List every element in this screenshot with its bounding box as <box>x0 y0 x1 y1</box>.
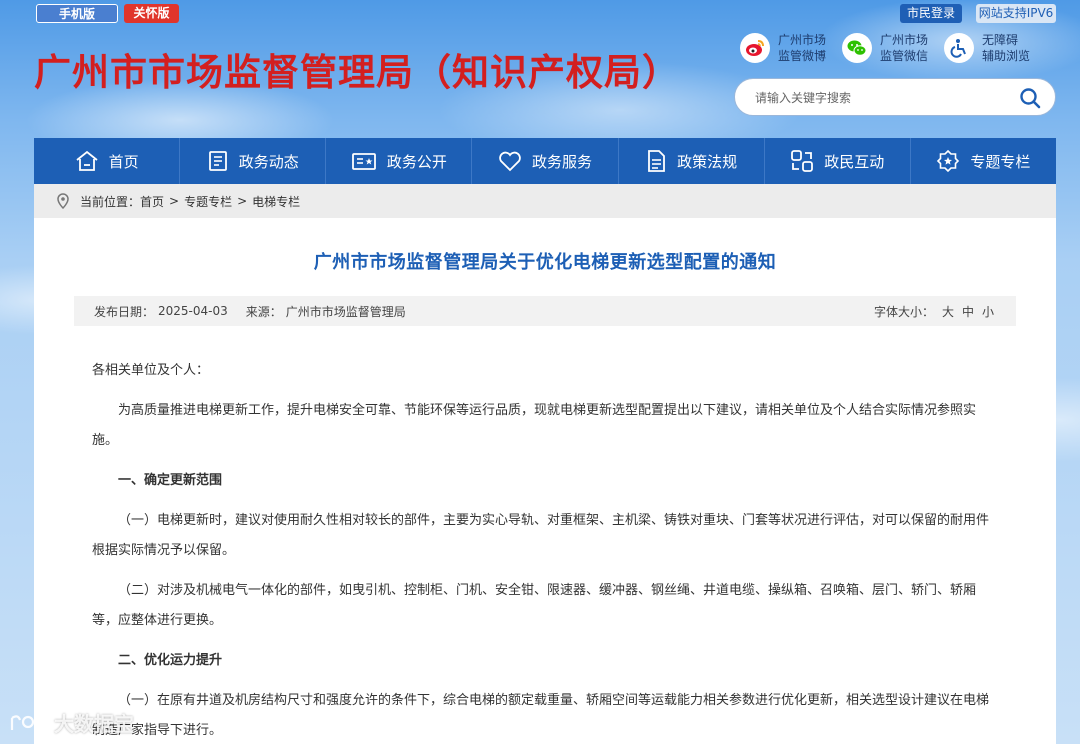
weibo-icon <box>740 33 770 63</box>
weibo-label-line2: 监管微博 <box>778 49 827 63</box>
wechat-label-line1: 广州市场 <box>880 33 929 47</box>
article-meta: 发布日期： 2025-04-03 来源： 广州市市场监督管理局 字体大小： 大 … <box>74 296 1016 326</box>
search-icon[interactable] <box>1019 87 1041 109</box>
nav-item-home[interactable]: 首页 <box>34 138 181 184</box>
care-version-link[interactable]: 关怀版 <box>124 4 179 23</box>
font-size-small[interactable]: 小 <box>982 303 994 320</box>
article-body: 各相关单位及个人： 为高质量推进电梯更新工作，提升电梯安全可靠、节能环保等运行品… <box>34 356 1056 744</box>
font-size-large[interactable]: 大 <box>942 303 954 320</box>
salutation: 各相关单位及个人： <box>92 363 210 378</box>
home-icon <box>76 150 98 171</box>
nav-item-news[interactable]: 政务动态 <box>180 138 327 184</box>
wechat-icon <box>842 33 872 63</box>
accessibility-label-line2: 辅助浏览 <box>982 49 1031 63</box>
special-icon <box>937 149 960 173</box>
nav-item-policy[interactable]: 政策法规 <box>619 138 765 184</box>
intro-paragraph: 为高质量推进电梯更新工作，提升电梯安全可靠、节能环保等运行品质，现就电梯更新选型… <box>92 403 977 448</box>
breadcrumb-separator: > <box>237 194 248 208</box>
content-panel: 当前位置： 首页 > 专题专栏 > 电梯专栏 广州市市场监督管理局关于优化电梯更… <box>34 184 1056 744</box>
ipv6-badge: 网站支持IPV6 <box>976 4 1056 23</box>
nav-item-special[interactable]: 专题专栏 <box>911 138 1056 184</box>
weibo-link[interactable]: 广州市场 监管微博 <box>740 30 838 66</box>
nav-label: 政策法规 <box>677 152 738 171</box>
breadcrumb-prefix: 当前位置： <box>80 194 141 209</box>
search-box <box>734 78 1056 116</box>
section-1-item-2: （二）对涉及机械电气一体化的部件，如曳引机、控制柜、门机、安全钳、限速器、缓冲器… <box>92 583 977 628</box>
source-value: 广州市市场监督管理局 <box>285 304 406 319</box>
watermark-logo-icon <box>10 714 47 730</box>
site-title: 广州市市场监督管理局（知识产权局） <box>34 50 680 94</box>
nav-item-interaction[interactable]: 政民互动 <box>765 138 911 184</box>
weibo-label-line1: 广州市场 <box>778 33 827 47</box>
section-2-item-1: （一）在原有井道及机房结构尺寸和强度允许的条件下，综合电梯的额定载重量、轿厢空间… <box>92 693 990 738</box>
public-icon <box>351 153 376 170</box>
font-size-label: 字体大小： <box>873 304 934 319</box>
wechat-link[interactable]: 广州市场 监管微信 <box>842 30 940 66</box>
citizen-login-link[interactable]: 市民登录 <box>900 4 962 23</box>
nav-label: 政务动态 <box>238 152 299 171</box>
section-heading-1: 一、确定更新范围 <box>118 473 223 488</box>
interaction-icon <box>791 150 814 172</box>
search-input[interactable] <box>755 88 1005 108</box>
document-icon <box>648 150 666 172</box>
breadcrumb-elevator[interactable]: 电梯专栏 <box>252 193 300 210</box>
nav-label: 政务公开 <box>386 152 447 171</box>
breadcrumb: 当前位置： 首页 > 专题专栏 > 电梯专栏 <box>34 184 1056 218</box>
accessibility-label-line1: 无障碍 <box>982 33 1019 47</box>
breadcrumb-separator: > <box>169 194 180 208</box>
heart-icon <box>499 151 521 172</box>
wechat-label-line2: 监管微信 <box>880 49 929 63</box>
nav-item-service[interactable]: 政务服务 <box>472 138 619 184</box>
nav-item-public[interactable]: 政务公开 <box>326 138 473 184</box>
section-heading-2: 二、优化运力提升 <box>118 653 223 668</box>
main-nav: 首页 政务动态 政务公开 政务服务 政策法规 政民互动 专题专栏 <box>34 138 1056 184</box>
font-size-medium[interactable]: 中 <box>962 303 974 320</box>
mobile-version-link[interactable]: 手机版 <box>36 4 118 23</box>
breadcrumb-home[interactable]: 首页 <box>140 193 164 210</box>
nav-label: 专题专栏 <box>970 152 1031 171</box>
source-label: 来源： <box>245 304 282 319</box>
watermark-text: 大数据宝 <box>54 712 134 736</box>
location-pin-icon <box>57 193 69 209</box>
section-1-item-1: （一）电梯更新时，建议对使用耐久性相对较长的部件，主要为实心导轨、对重框架、主机… <box>92 513 990 558</box>
accessibility-link[interactable]: 无障碍 辅助浏览 <box>944 30 1042 66</box>
nav-label: 政务服务 <box>531 152 592 171</box>
accessibility-icon <box>944 33 974 63</box>
news-icon <box>208 151 227 171</box>
nav-label: 首页 <box>108 152 139 171</box>
date-label: 发布日期： <box>94 304 155 319</box>
watermark: 大数据宝 <box>8 708 134 737</box>
breadcrumb-special[interactable]: 专题专栏 <box>184 193 232 210</box>
nav-label: 政民互动 <box>824 152 885 171</box>
article-title: 广州市市场监督管理局关于优化电梯更新选型配置的通知 <box>313 252 777 273</box>
publish-date: 2025-04-03 <box>158 304 228 318</box>
